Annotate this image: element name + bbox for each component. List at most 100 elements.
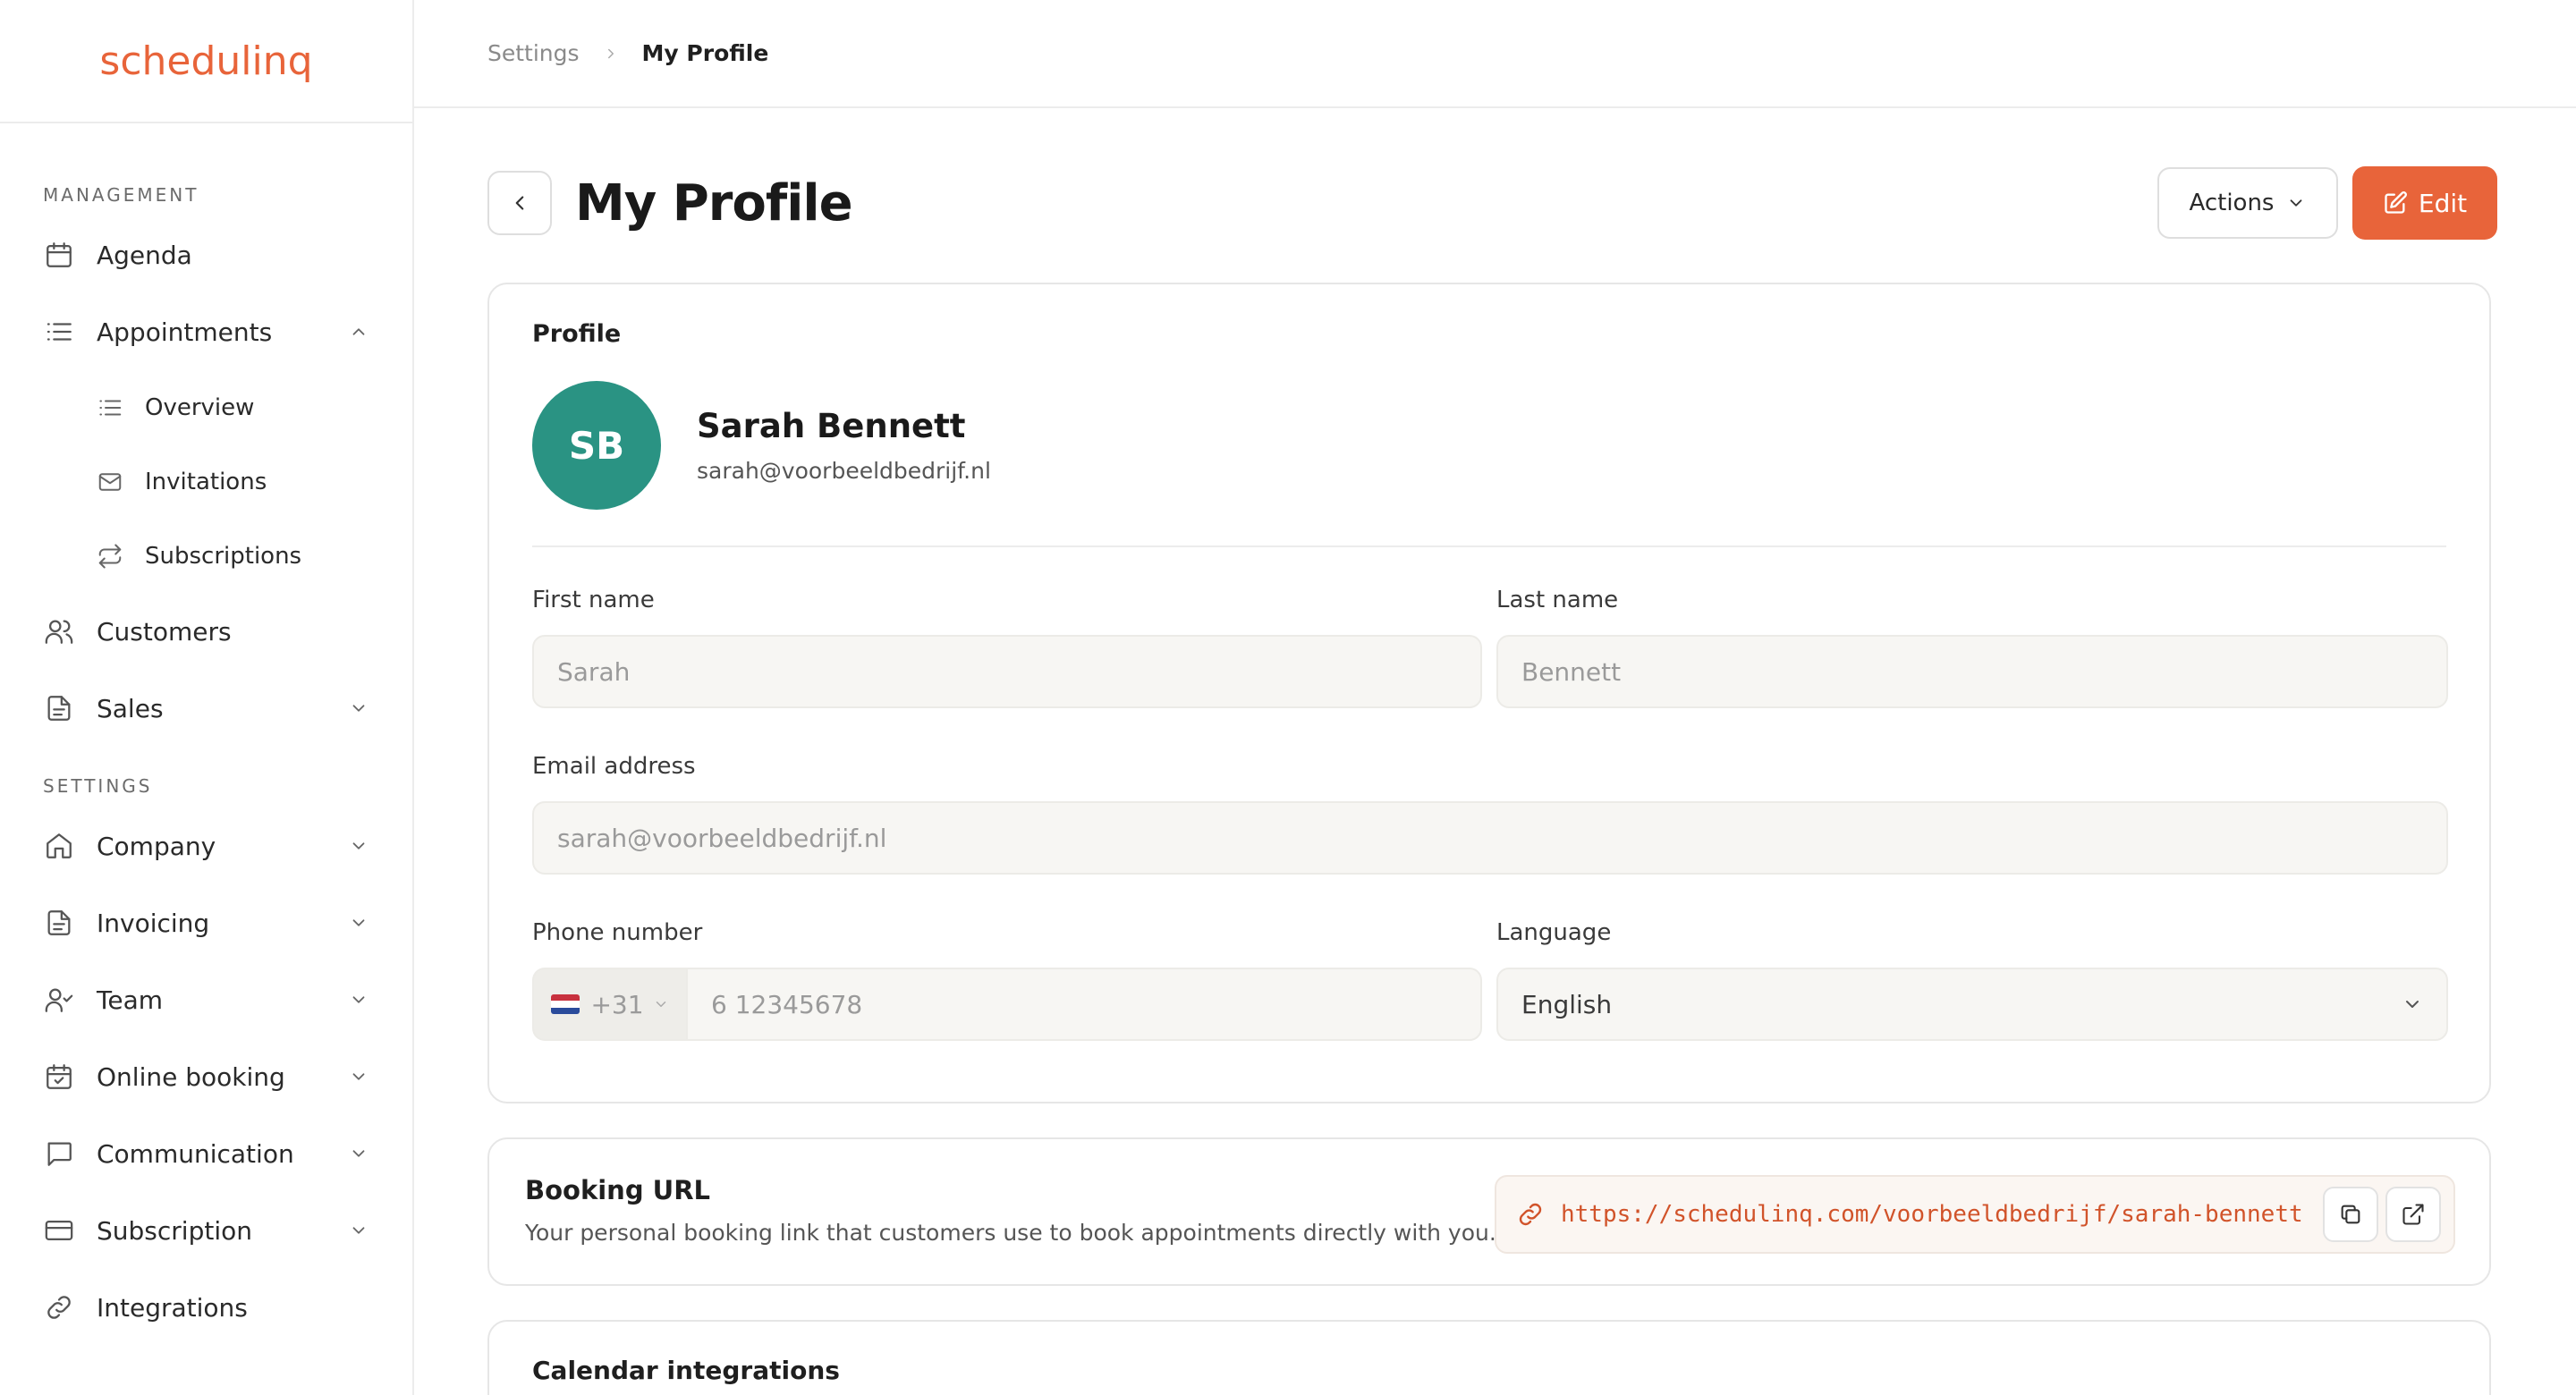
profile-section-title: Profile <box>532 320 622 348</box>
users-icon <box>41 613 77 649</box>
booking-url-link[interactable]: https://schedulinq.com/voorbeeldbedrijf/… <box>1561 1201 2316 1228</box>
document-icon <box>41 905 77 941</box>
document-icon <box>41 690 77 726</box>
sidebar-item-label: Integrations <box>97 1292 248 1323</box>
phone-field[interactable]: 6 12345678 <box>686 968 1482 1041</box>
breadcrumb-settings[interactable]: Settings <box>487 40 580 66</box>
sidebar-item-team[interactable]: Team <box>0 961 412 1038</box>
copy-icon <box>2338 1202 2363 1227</box>
mail-icon <box>95 467 125 497</box>
copy-button[interactable] <box>2323 1187 2378 1242</box>
chevron-down-icon <box>2286 193 2306 213</box>
booking-url-box: https://schedulinq.com/voorbeeldbedrijf/… <box>1495 1175 2455 1254</box>
breadcrumb-current: My Profile <box>641 40 769 66</box>
external-link-icon <box>2401 1202 2426 1227</box>
list-icon <box>95 393 125 423</box>
sidebar-item-label: Overview <box>145 393 255 421</box>
last-name-field[interactable]: Bennett <box>1496 635 2448 708</box>
phone-country-select[interactable]: +31 <box>532 968 686 1041</box>
sidebar-item-label: Company <box>97 831 216 861</box>
chat-icon <box>41 1136 77 1171</box>
brand-logo[interactable]: schedulinq <box>99 38 312 84</box>
profile-card: Profile SB Sarah Bennett sarah@voorbeeld… <box>487 283 2491 1103</box>
edit-button[interactable]: Edit <box>2352 166 2497 240</box>
calendar-check-icon <box>41 1059 77 1095</box>
chevron-down-icon <box>346 987 371 1012</box>
phone-prefix-label: +31 <box>590 989 644 1019</box>
edit-icon <box>2383 190 2408 216</box>
sidebar-item-agenda[interactable]: Agenda <box>0 216 412 293</box>
chevron-down-icon <box>2402 993 2423 1015</box>
repeat-icon <box>95 541 125 571</box>
back-button[interactable] <box>487 171 552 235</box>
actions-button[interactable]: Actions <box>2157 167 2338 239</box>
sidebar-item-company[interactable]: Company <box>0 807 412 884</box>
email-label: Email address <box>532 753 696 780</box>
logo-area: schedulinq <box>0 0 412 123</box>
actions-label: Actions <box>2189 190 2275 216</box>
booking-url-description: Your personal booking link that customer… <box>525 1220 1496 1246</box>
divider <box>532 545 2446 547</box>
list-icon <box>41 314 77 350</box>
chevron-right-icon <box>603 46 619 62</box>
profile-email: sarah@voorbeeldbedrijf.nl <box>697 458 991 484</box>
sidebar-item-sales[interactable]: Sales <box>0 670 412 747</box>
first-name-field[interactable]: Sarah <box>532 635 1482 708</box>
language-value: English <box>1521 989 1613 1019</box>
user-check-icon <box>41 982 77 1018</box>
sidebar-item-online-booking[interactable]: Online booking <box>0 1038 412 1115</box>
sidebar-item-label: Communication <box>97 1138 294 1169</box>
avatar: SB <box>532 381 661 510</box>
edit-label: Edit <box>2418 188 2468 218</box>
sidebar-item-customers[interactable]: Customers <box>0 593 412 670</box>
booking-url-title: Booking URL <box>525 1175 711 1205</box>
sidebar-item-invoicing[interactable]: Invoicing <box>0 884 412 961</box>
sidebar-item-label: Agenda <box>97 240 192 270</box>
phone-label: Phone number <box>532 919 703 946</box>
section-label-settings: SETTINGS <box>43 775 153 797</box>
chevron-down-icon <box>346 1218 371 1243</box>
chevron-down-icon <box>653 996 669 1012</box>
chevron-down-icon <box>346 1064 371 1089</box>
page-header: My Profile Actions Edit <box>487 166 2497 240</box>
credit-card-icon <box>41 1213 77 1248</box>
sidebar-item-communication[interactable]: Communication <box>0 1115 412 1192</box>
sidebar-subitem-overview[interactable]: Overview <box>0 370 412 444</box>
sidebar-subitem-subscriptions[interactable]: Subscriptions <box>0 519 412 593</box>
chevron-left-icon <box>508 191 531 215</box>
sidebar-item-label: Subscriptions <box>145 542 302 570</box>
sidebar-item-label: Sales <box>97 693 164 723</box>
section-label-management: MANAGEMENT <box>43 184 199 206</box>
profile-header: SB Sarah Bennett sarah@voorbeeldbedrijf.… <box>532 381 991 510</box>
chevron-down-icon <box>346 1141 371 1166</box>
sidebar: schedulinq MANAGEMENT Agenda Appointment… <box>0 0 414 1395</box>
chevron-down-icon <box>346 833 371 858</box>
calendar-integrations-card: Calendar integrations <box>487 1320 2491 1395</box>
sidebar-subitem-invitations[interactable]: Invitations <box>0 444 412 519</box>
open-external-button[interactable] <box>2385 1187 2441 1242</box>
chevron-down-icon <box>346 910 371 935</box>
flag-nl-icon <box>551 994 580 1014</box>
sidebar-item-label: Team <box>97 985 164 1015</box>
sidebar-item-subscription[interactable]: Subscription <box>0 1192 412 1269</box>
sidebar-item-label: Invoicing <box>97 908 210 938</box>
link-icon <box>1516 1200 1545 1229</box>
sidebar-item-label: Appointments <box>97 317 273 347</box>
sidebar-item-label: Customers <box>97 616 232 647</box>
language-select[interactable]: English <box>1496 968 2448 1041</box>
profile-name: Sarah Bennett <box>697 407 966 445</box>
first-name-label: First name <box>532 587 655 613</box>
language-label: Language <box>1496 919 1612 946</box>
sidebar-item-integrations[interactable]: Integrations <box>0 1269 412 1346</box>
last-name-label: Last name <box>1496 587 1619 613</box>
breadcrumb: Settings My Profile <box>414 0 2576 108</box>
email-field[interactable]: sarah@voorbeeldbedrijf.nl <box>532 801 2448 875</box>
chevron-down-icon <box>346 696 371 721</box>
chevron-up-icon <box>346 319 371 344</box>
sidebar-item-label: Online booking <box>97 1061 285 1092</box>
sidebar-item-appointments[interactable]: Appointments <box>0 293 412 370</box>
page-title: My Profile <box>575 173 853 232</box>
calendar-icon <box>41 237 77 273</box>
sidebar-item-label: Subscription <box>97 1215 252 1246</box>
sidebar-item-label: Invitations <box>145 468 267 495</box>
